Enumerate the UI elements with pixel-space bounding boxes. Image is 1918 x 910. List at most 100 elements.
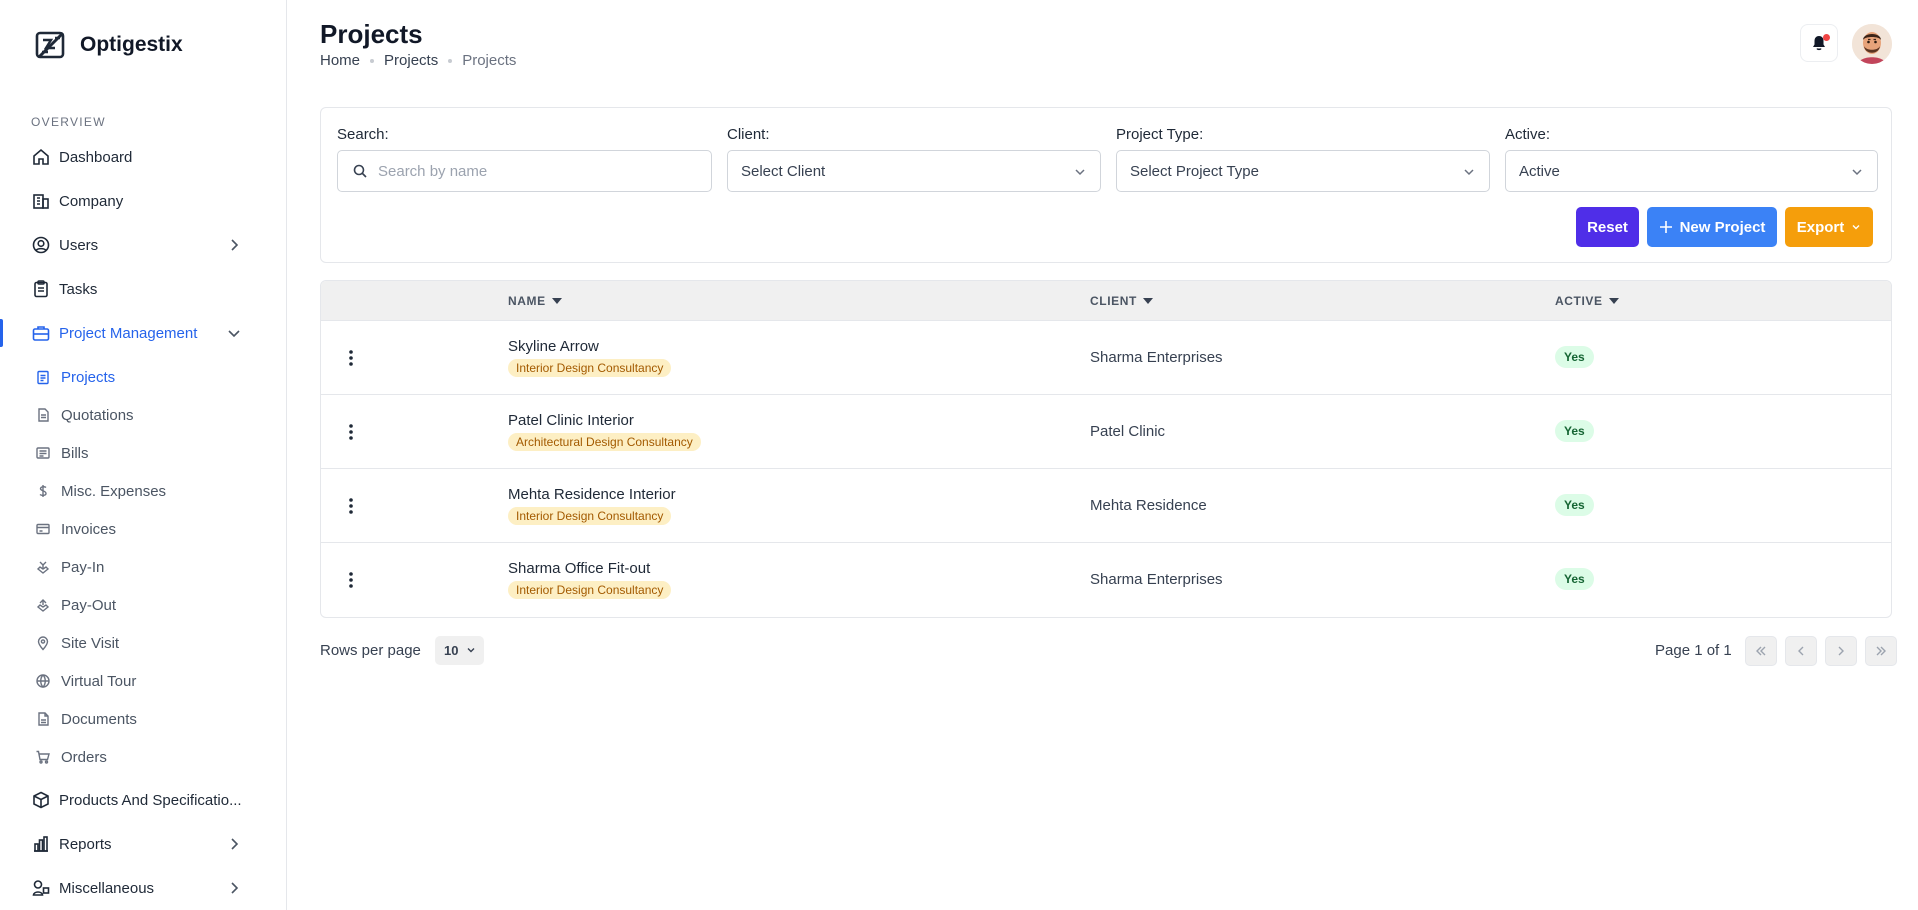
chevrons-right-icon — [1876, 646, 1886, 656]
sidebar-item-miscellaneous[interactable]: Miscellaneous — [0, 868, 286, 908]
next-page-button[interactable] — [1825, 636, 1857, 666]
sidebar-item-products[interactable]: Products And Specificatio... — [0, 780, 286, 820]
shapes-icon — [31, 878, 51, 898]
file-text-icon — [35, 407, 51, 423]
project-name-cell: Sharma Office Fit-out Interior Design Co… — [508, 560, 672, 599]
first-page-button[interactable] — [1745, 636, 1777, 666]
home-icon — [31, 147, 51, 167]
map-pin-icon — [35, 635, 51, 651]
row-actions-button[interactable] — [339, 568, 363, 592]
app-name: Optigestix — [80, 33, 183, 56]
column-header-active[interactable]: ACTIVE — [1555, 294, 1619, 308]
table-row[interactable]: Patel Clinic Interior Architectural Desi… — [321, 395, 1891, 469]
export-button[interactable]: Export — [1785, 207, 1873, 247]
sort-icon — [1608, 298, 1619, 304]
previous-page-button[interactable] — [1785, 636, 1817, 666]
client-select-value: Select Client — [741, 162, 826, 180]
sidebar-item-label: Reports — [59, 835, 112, 853]
active-status-badge: Yes — [1555, 494, 1594, 516]
sidebar-item-dashboard[interactable]: Dashboard — [0, 137, 286, 177]
sidebar-subitem-projects[interactable]: Projects — [0, 360, 286, 394]
project-type-badge: Architectural Design Consultancy — [508, 433, 701, 451]
notifications-button[interactable] — [1800, 24, 1838, 62]
sidebar-item-users[interactable]: Users — [0, 225, 286, 265]
rows-per-page-select[interactable]: 10 — [435, 636, 484, 665]
column-header-client[interactable]: CLIENT — [1090, 294, 1153, 308]
row-actions-button[interactable] — [339, 346, 363, 370]
search-label: Search: — [337, 126, 389, 143]
more-vertical-icon — [349, 498, 353, 514]
section-label-overview: OVERVIEW — [31, 115, 106, 129]
table-row[interactable]: Mehta Residence Interior Interior Design… — [321, 469, 1891, 543]
search-input[interactable] — [378, 162, 678, 180]
chevron-right-icon — [231, 239, 239, 251]
row-actions-button[interactable] — [339, 494, 363, 518]
project-name[interactable]: Skyline Arrow — [508, 338, 671, 355]
project-name-cell: Mehta Residence Interior Interior Design… — [508, 486, 676, 525]
chevron-down-icon — [228, 330, 240, 338]
active-status-badge: Yes — [1555, 346, 1594, 368]
table-row[interactable]: Sharma Office Fit-out Interior Design Co… — [321, 543, 1891, 617]
breadcrumb-projects[interactable]: Projects — [384, 52, 438, 69]
sidebar-subitem-quotations[interactable]: Quotations — [0, 398, 286, 432]
search-field[interactable] — [337, 150, 712, 192]
sidebar-subitem-label: Site Visit — [61, 634, 120, 652]
sidebar-subitem-invoices[interactable]: Invoices — [0, 512, 286, 546]
sidebar-item-reports[interactable]: Reports — [0, 824, 286, 864]
last-page-button[interactable] — [1865, 636, 1897, 666]
document-icon — [35, 711, 51, 727]
sidebar-subitem-bills[interactable]: Bills — [0, 436, 286, 470]
sidebar-subitem-label: Quotations — [61, 406, 134, 424]
briefcase-icon — [31, 323, 51, 343]
avatar-image — [1852, 24, 1892, 64]
sidebar-subitem-pay-out[interactable]: Pay-Out — [0, 588, 286, 622]
avatar[interactable] — [1852, 24, 1892, 64]
sidebar-item-label: Miscellaneous — [59, 879, 155, 897]
sidebar-item-company[interactable]: Company — [0, 181, 286, 221]
sidebar-subitem-orders[interactable]: Orders — [0, 740, 286, 774]
breadcrumb: Home Projects Projects — [320, 52, 516, 69]
reset-button[interactable]: Reset — [1576, 207, 1639, 247]
project-name[interactable]: Patel Clinic Interior — [508, 412, 701, 429]
new-project-button[interactable]: New Project — [1647, 207, 1777, 247]
client-select[interactable]: Select Client — [727, 150, 1101, 192]
row-actions-button[interactable] — [339, 420, 363, 444]
sidebar-subitem-pay-in[interactable]: Pay-In — [0, 550, 286, 584]
chevron-right-icon — [231, 838, 239, 850]
table-header: NAME CLIENT ACTIVE — [321, 281, 1891, 321]
sidebar-item-label: Products And Specificatio... — [59, 791, 242, 809]
sidebar-item-label: Users — [59, 236, 99, 254]
sidebar-subitem-site-visit[interactable]: Site Visit — [0, 626, 286, 660]
receipt-icon — [35, 445, 51, 461]
sidebar-subitem-label: Projects — [61, 368, 116, 386]
cart-icon — [35, 749, 51, 765]
column-header-name[interactable]: NAME — [508, 294, 562, 308]
more-vertical-icon — [349, 572, 353, 588]
new-project-button-label: New Project — [1679, 218, 1766, 236]
table-row[interactable]: Skyline Arrow Interior Design Consultanc… — [321, 321, 1891, 395]
sidebar-subitem-label: Virtual Tour — [61, 672, 137, 690]
logo-icon — [35, 31, 65, 59]
project-name[interactable]: Mehta Residence Interior — [508, 486, 676, 503]
invoice-icon — [35, 521, 51, 537]
sidebar-subitem-misc-expenses[interactable]: Misc. Expenses — [0, 474, 286, 508]
export-button-label: Export — [1796, 218, 1845, 236]
project-type-badge: Interior Design Consultancy — [508, 581, 672, 599]
breadcrumb-home[interactable]: Home — [320, 52, 360, 69]
brand[interactable]: Optigestix — [34, 28, 183, 62]
notification-badge — [1823, 34, 1830, 41]
plus-icon — [1659, 221, 1672, 233]
sidebar-item-tasks[interactable]: Tasks — [0, 269, 286, 309]
chevron-left-icon — [1798, 646, 1804, 656]
client-cell: Sharma Enterprises — [1090, 349, 1223, 366]
project-type-select[interactable]: Select Project Type — [1116, 150, 1490, 192]
active-select[interactable]: Active — [1505, 150, 1878, 192]
chevron-down-icon — [1852, 225, 1860, 230]
sidebar-item-project-management[interactable]: Project Management — [0, 313, 286, 353]
sidebar-subitem-virtual-tour[interactable]: Virtual Tour — [0, 664, 286, 698]
project-name[interactable]: Sharma Office Fit-out — [508, 560, 671, 577]
sidebar-subitem-documents[interactable]: Documents — [0, 702, 286, 736]
bar-chart-icon — [31, 834, 51, 854]
chevron-right-icon — [231, 882, 239, 894]
rows-per-page-value: 10 — [444, 643, 459, 658]
